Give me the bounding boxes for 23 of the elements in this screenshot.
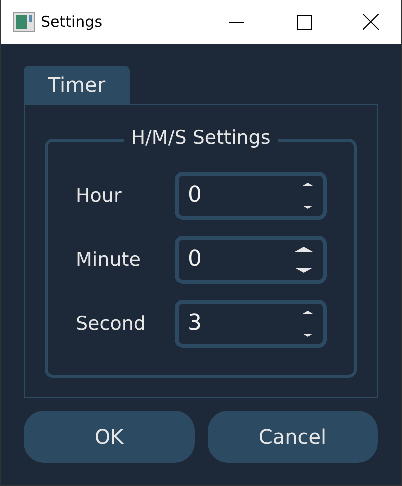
field-label: Second — [76, 312, 147, 334]
down-arrow-icon[interactable] — [295, 268, 313, 272]
down-arrow-icon[interactable] — [303, 206, 313, 208]
group-title: H/M/S Settings — [124, 127, 278, 149]
window-title: Settings — [41, 13, 103, 31]
app-icon — [13, 12, 35, 32]
spin-value: 0 — [188, 183, 202, 208]
maximize-icon[interactable] — [296, 14, 312, 30]
field-label: Hour — [76, 184, 123, 206]
up-arrow-icon[interactable] — [295, 246, 313, 252]
spin-box[interactable]: 3 — [175, 300, 327, 348]
field-label: Minute — [76, 248, 142, 270]
up-arrow-icon[interactable] — [303, 182, 313, 186]
cancel-button[interactable]: Cancel — [208, 411, 378, 463]
spin-box[interactable]: 0 — [175, 236, 327, 284]
up-arrow-icon[interactable] — [303, 310, 313, 314]
spin-value: 3 — [188, 311, 202, 336]
tab[interactable]: Timer — [24, 66, 130, 104]
spin-value: 0 — [188, 247, 202, 272]
spin-box[interactable]: 0 — [175, 172, 327, 220]
close-icon[interactable] — [363, 14, 379, 30]
down-arrow-icon[interactable] — [303, 334, 313, 336]
ok-button[interactable]: OK — [24, 411, 194, 463]
